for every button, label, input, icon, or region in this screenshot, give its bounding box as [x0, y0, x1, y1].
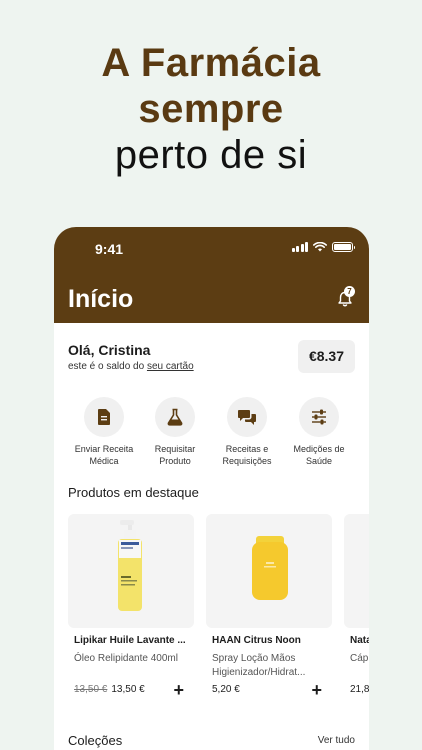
- add-to-cart-plus-icon[interactable]: +: [311, 681, 322, 699]
- spray-bottle-image: [252, 536, 288, 600]
- price-row: 13,50 €13,50 € +: [74, 681, 188, 700]
- headline-line-1: A Farmácia: [101, 41, 321, 85]
- action-label: Enviar Receita Médica: [74, 444, 134, 466]
- chat-icon: [238, 410, 256, 425]
- greeting: Olá, Cristina: [68, 342, 151, 358]
- status-time: 9:41: [95, 241, 124, 257]
- product-price: 13,50 €: [111, 684, 145, 695]
- product-card[interactable]: HAAN Citrus Noon Spray Loção Mãos Higien…: [206, 514, 332, 699]
- product-image: [344, 514, 369, 628]
- signal-icon: [291, 242, 308, 252]
- featured-title: Produtos em destaque: [68, 485, 199, 500]
- see-all-link[interactable]: Ver tudo: [318, 735, 355, 746]
- product-description: Cáp: [350, 653, 369, 664]
- action-label: Medições de Saúde: [293, 444, 345, 466]
- card-balance[interactable]: €8.37: [298, 340, 355, 373]
- product-description: Óleo Relipidante 400ml: [74, 653, 178, 664]
- product-image: [68, 514, 194, 628]
- document-icon: [98, 409, 110, 425]
- status-icons: [291, 242, 355, 252]
- phone-screen: 9:41 Início 7 Olá, Cristina este é o sal…: [54, 227, 369, 750]
- product-card[interactable]: Lipikar Huile Lavante ... Óleo Relipidan…: [68, 514, 194, 699]
- product-price: 5,20 €: [212, 684, 240, 695]
- flask-icon: [167, 408, 183, 426]
- price-row: 5,20 € +: [212, 681, 326, 700]
- product-price: 21,8: [350, 684, 369, 695]
- product-name: Nata: [350, 635, 369, 646]
- old-price: 13,50 €: [74, 684, 108, 695]
- action-health-measurements[interactable]: Medições de Saúde: [283, 397, 355, 467]
- status-bar: 9:41: [54, 241, 369, 257]
- product-name: Lipikar Huile Lavante ...: [74, 635, 186, 646]
- oil-bottle-image: [118, 520, 142, 611]
- balance-caption-prefix: este é o saldo do: [68, 361, 147, 372]
- action-request-product[interactable]: Requisitar Produto: [139, 397, 211, 467]
- product-description: Spray Loção Mãos Higienizador/Hidrat...: [212, 653, 306, 678]
- product-image: [206, 514, 332, 628]
- featured-products[interactable]: Lipikar Huile Lavante ... Óleo Relipidan…: [68, 514, 369, 704]
- product-card[interactable]: Nata Cáp 21,8: [344, 514, 369, 695]
- action-label: Requisitar Produto: [154, 444, 196, 466]
- balance-caption: este é o saldo do seu cartão: [68, 361, 194, 372]
- action-send-prescription[interactable]: Enviar Receita Médica: [68, 397, 140, 467]
- sliders-icon: [312, 409, 326, 425]
- notification-badge: 7: [344, 286, 355, 297]
- battery-icon: [332, 242, 355, 252]
- collections-title: Coleções: [68, 733, 123, 748]
- headline-line-3: perto de si: [114, 133, 308, 177]
- add-to-cart-plus-icon[interactable]: +: [173, 681, 184, 699]
- card-link[interactable]: seu cartão: [147, 361, 194, 372]
- page-title: Início: [68, 285, 134, 313]
- headline-line-2: sempre: [138, 87, 284, 131]
- marketing-headline: A Farmácia sempre perto de si: [0, 40, 422, 178]
- action-label: Receitas e Requisições: [222, 444, 272, 466]
- price-row: 21,8: [350, 684, 369, 700]
- app-header: 9:41 Início 7: [54, 227, 369, 323]
- product-name: HAAN Citrus Noon: [212, 635, 301, 646]
- action-prescriptions-requests[interactable]: Receitas e Requisições: [211, 397, 283, 467]
- wifi-icon: [313, 242, 327, 252]
